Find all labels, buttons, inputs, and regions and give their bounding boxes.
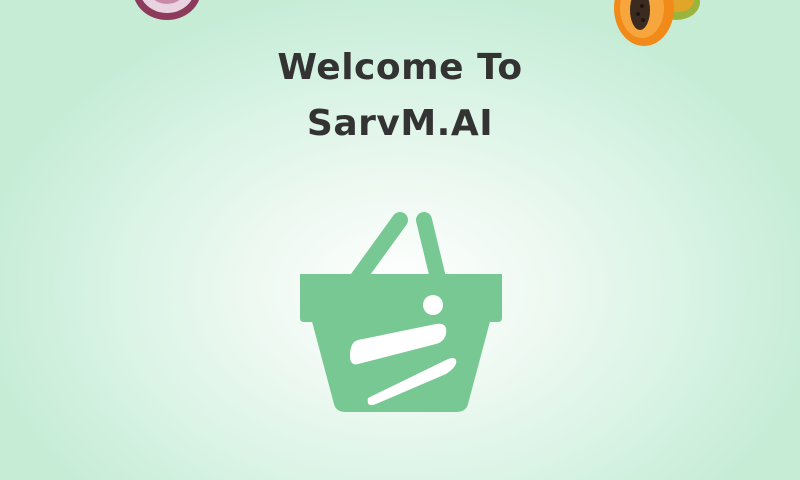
splash-screen: Welcome To SarvM.AI <box>0 0 800 480</box>
papaya-icon <box>614 0 700 46</box>
red-onion-icon <box>134 0 200 20</box>
welcome-title: Welcome To <box>277 47 523 88</box>
basket-logo-icon <box>300 212 502 412</box>
app-name: SarvM.AI <box>306 103 494 144</box>
